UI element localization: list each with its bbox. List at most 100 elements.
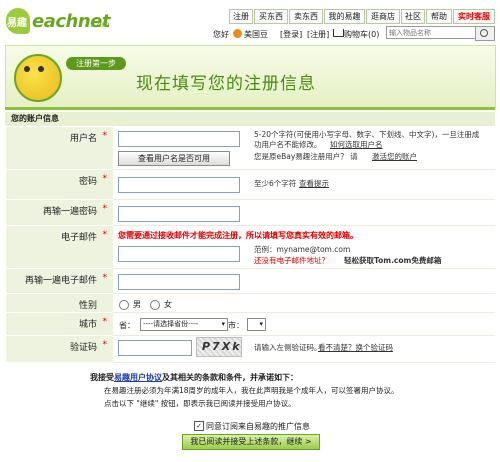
captcha-label: 验证码 bbox=[69, 343, 97, 353]
subscribe-checkbox[interactable]: ✓ bbox=[194, 421, 204, 431]
activate-account-link[interactable]: 激活您的账户 bbox=[372, 151, 417, 162]
captcha-label-cell: 验证码 * bbox=[6, 336, 113, 363]
city-prefix: 市： bbox=[228, 321, 244, 330]
cart-icon bbox=[333, 29, 344, 37]
nav-buy[interactable]: 买东西 bbox=[254, 9, 288, 24]
agreement-suffix: 及其相关的条款和条件，并承诺如下： bbox=[162, 373, 298, 382]
nav-help[interactable]: 帮助 bbox=[426, 9, 452, 24]
continue-button[interactable]: 我已阅读并接受上述条款，继续 > bbox=[182, 434, 320, 450]
province-prefix: 省： bbox=[119, 321, 135, 330]
province-select-value: ----请选择省份---- bbox=[143, 320, 199, 328]
nav-label: 社区 bbox=[405, 12, 421, 21]
nav-label: 帮助 bbox=[431, 12, 447, 21]
gender-male-radio[interactable] bbox=[119, 300, 129, 310]
password-hint: 至少6个字符 bbox=[254, 179, 297, 188]
row-divider bbox=[113, 225, 495, 226]
required-marker: * bbox=[102, 273, 108, 283]
register-link[interactable]: [注册] bbox=[307, 29, 329, 40]
row-divider bbox=[113, 169, 495, 170]
gender-male-label: 男 bbox=[133, 300, 141, 309]
password-confirm-input[interactable] bbox=[118, 206, 240, 222]
mascot-icon bbox=[14, 54, 62, 102]
section-title-text: 您的账户信息 bbox=[11, 114, 59, 123]
user-avatar-icon bbox=[233, 29, 242, 38]
site-logo[interactable]: 易趣 eachnet .com bbox=[6, 8, 110, 36]
username-hint-2: 功用户名不能修改。 bbox=[254, 140, 322, 149]
nav-stores[interactable]: 逛商店 bbox=[366, 9, 400, 24]
required-marker: * bbox=[102, 131, 108, 141]
step-badge: 注册第一步 bbox=[66, 57, 126, 70]
subscribe-label: 同意订阅来自易趣的推广信息 bbox=[206, 422, 310, 431]
username-label: 用户名 bbox=[69, 134, 97, 144]
no-email-text: 还没有电子邮件地址？ bbox=[254, 256, 329, 265]
greeting-text: 您好 bbox=[213, 30, 229, 39]
logo-cn-text: 易趣 bbox=[7, 18, 27, 29]
refresh-captcha-link[interactable]: 看不清楚？换个验证码 bbox=[318, 342, 393, 353]
row-divider bbox=[113, 362, 495, 363]
agreement-line-3: 点击以下 "继续" 按钮，即表示我已阅读并接受用户协议。 bbox=[104, 399, 296, 408]
section-title: 您的账户信息 bbox=[5, 112, 495, 126]
required-marker: * bbox=[102, 230, 108, 240]
password2-label: 再输一遍密码 bbox=[42, 207, 97, 217]
chevron-down-icon: ▾ bbox=[221, 320, 225, 328]
nav-community[interactable]: 社区 bbox=[401, 9, 425, 24]
nav-sell[interactable]: 卖东西 bbox=[289, 9, 323, 24]
row-divider bbox=[113, 268, 495, 269]
get-free-email-link[interactable]: 轻松获取Tom.com免费邮箱 bbox=[344, 255, 441, 266]
search-input[interactable] bbox=[386, 26, 476, 39]
email-confirm-input[interactable] bbox=[118, 274, 240, 290]
gender-label: 性别 bbox=[78, 301, 97, 311]
check-username-button[interactable]: 查看用户名是否可用 bbox=[118, 151, 230, 166]
nav-label: 我的易趣 bbox=[328, 12, 361, 21]
email-label: 电子邮件 bbox=[60, 233, 97, 243]
city-label: 城市 bbox=[78, 320, 97, 330]
logo-suffix-text: .com bbox=[90, 20, 110, 29]
email-warning: 您需要通过接收邮件才能完成注册，所以请填写您真实有效的邮箱。 bbox=[118, 231, 358, 240]
required-marker: * bbox=[102, 340, 108, 350]
agreement-prefix: 我接受 bbox=[90, 373, 114, 382]
nav-label: 买东西 bbox=[259, 12, 283, 21]
city-select[interactable]: ▾ bbox=[247, 318, 266, 331]
password-input[interactable] bbox=[118, 177, 240, 193]
required-marker: * bbox=[102, 174, 108, 184]
nav-register[interactable]: 注册 bbox=[229, 9, 253, 24]
gender-female-radio[interactable] bbox=[150, 300, 160, 310]
cart-link[interactable]: 购物车(0) bbox=[344, 29, 379, 40]
username-input[interactable] bbox=[118, 131, 240, 147]
chevron-down-icon: ▾ bbox=[259, 320, 263, 328]
username-label-cell: 用户名 * bbox=[6, 127, 113, 170]
page-title: 现在填写您的注册信息 bbox=[136, 74, 316, 94]
row-divider bbox=[113, 293, 495, 294]
nav-live-support[interactable]: 实时客服 bbox=[453, 9, 495, 24]
choose-username-link[interactable]: 如何选取用户名 bbox=[330, 139, 383, 150]
row-divider bbox=[113, 335, 495, 336]
user-agreement-link[interactable]: 易趣用户协议 bbox=[114, 373, 162, 382]
city-label-cell: 城市 * bbox=[6, 313, 113, 336]
password2-label-cell: 再输一遍密码 * bbox=[6, 200, 113, 226]
required-marker: * bbox=[102, 317, 108, 327]
agreement-line-1: 我接受易趣用户协议及其相关的条款和条件，并承诺如下： bbox=[90, 372, 298, 383]
search-button[interactable] bbox=[475, 26, 495, 41]
password-tips-link[interactable]: 查看提示 bbox=[299, 178, 329, 189]
continue-label: 我已阅读并接受上述条款，继续 > bbox=[190, 437, 312, 446]
search-icon bbox=[480, 29, 488, 37]
row-divider bbox=[113, 199, 495, 200]
nav-label: 卖东西 bbox=[294, 12, 318, 21]
login-link[interactable]: [登录] bbox=[280, 29, 302, 40]
email2-label: 再输一遍电子邮件 bbox=[24, 276, 97, 286]
email-label-cell: 电子邮件 * bbox=[6, 226, 113, 269]
captcha-hint: 请输入左侧验证码。 bbox=[254, 343, 322, 352]
ebay-user-text: 您是原eBay易趣注册用户？ 请 bbox=[254, 152, 358, 161]
step-label: 注册第一步 bbox=[76, 59, 116, 68]
nav-label: 实时客服 bbox=[458, 12, 490, 21]
captcha-image: P7Xk bbox=[196, 337, 242, 357]
agreement-line-2: 在易趣注册必须为年满18周岁的成年人，我在此声明我是个成年人，可以签署用户协议。 bbox=[104, 386, 399, 395]
nav-my-eachnet[interactable]: 我的易趣 bbox=[324, 9, 365, 24]
username-text[interactable]: 美国豆 bbox=[244, 29, 268, 40]
captcha-input[interactable] bbox=[118, 340, 192, 356]
email-input[interactable] bbox=[118, 246, 240, 262]
password-label: 密码 bbox=[78, 177, 97, 187]
province-select[interactable]: ----请选择省份---- ▾ bbox=[140, 318, 228, 331]
gender-label-cell: 性别 bbox=[6, 294, 113, 313]
nav-label: 逛商店 bbox=[371, 12, 395, 21]
